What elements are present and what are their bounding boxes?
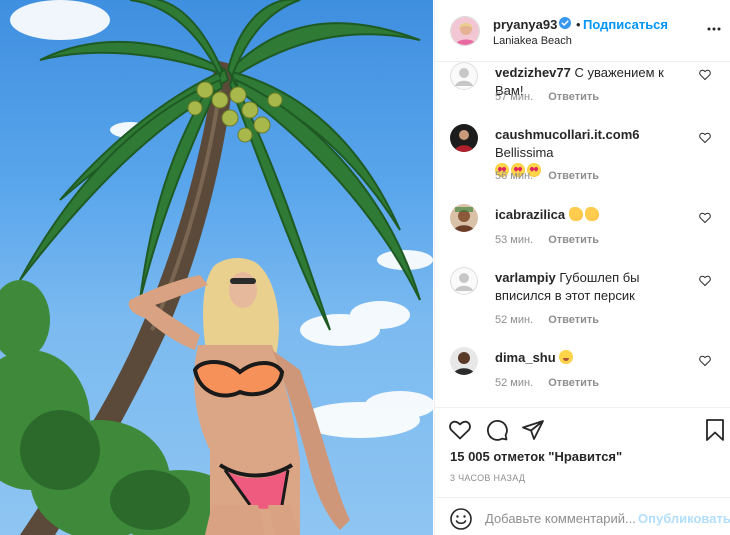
like-heart-icon[interactable] <box>448 418 472 442</box>
comment-list[interactable]: vedzizhev77 С уважением к Вам! 57 мин. О… <box>435 62 730 407</box>
post-actions: 15 005 отметок "Нравится" 3 ЧАСОВ НАЗАД … <box>435 407 730 535</box>
author-username[interactable]: pryanya93 <box>493 17 557 32</box>
comment-meta: 53 мин. Ответить <box>495 234 599 246</box>
comment-bubble-icon[interactable] <box>485 418 509 442</box>
like-comment-heart-icon[interactable] <box>699 69 711 81</box>
comment-time[interactable]: 57 мин. <box>495 91 533 103</box>
comment-body: Bellissima <box>495 145 554 160</box>
comment-time[interactable]: 52 мин. <box>495 314 533 326</box>
comment-avatar-image <box>450 124 478 152</box>
comment-avatar[interactable] <box>450 267 478 295</box>
comment-meta: 56 мин. Ответить <box>495 170 599 182</box>
author-avatar[interactable] <box>450 16 480 46</box>
share-paper-plane-icon[interactable] <box>521 418 545 442</box>
like-comment-heart-icon[interactable] <box>699 212 711 224</box>
author-avatar-image <box>451 17 479 45</box>
comment-avatar[interactable] <box>450 124 478 152</box>
post-timestamp[interactable]: 3 ЧАСОВ НАЗАД <box>450 473 525 483</box>
post-photo[interactable] <box>0 0 433 535</box>
comment-username[interactable]: varlampiy <box>495 270 556 285</box>
default-avatar-icon <box>450 62 478 90</box>
comment-avatar[interactable] <box>450 204 478 232</box>
header-separator: • <box>576 17 581 32</box>
comment-username[interactable]: vedzizhev77 <box>495 65 571 80</box>
comment-time[interactable]: 52 мин. <box>495 377 533 389</box>
comment-input[interactable] <box>485 506 637 530</box>
reply-button[interactable]: Ответить <box>548 91 599 103</box>
comment-meta: 57 мин. Ответить <box>495 91 599 103</box>
comment-username[interactable]: icabrazilica <box>495 207 565 222</box>
comment-text: icabrazilica <box>495 206 690 224</box>
reply-button[interactable]: Ответить <box>548 377 599 389</box>
reply-button[interactable]: Ответить <box>548 170 599 182</box>
comment-username[interactable]: dima_shu <box>495 350 556 365</box>
like-comment-heart-icon[interactable] <box>699 132 711 144</box>
follow-button[interactable]: Подписаться <box>583 17 668 32</box>
reply-button[interactable]: Ответить <box>548 234 599 246</box>
like-comment-heart-icon[interactable] <box>699 355 711 367</box>
comment-time[interactable]: 53 мин. <box>495 234 533 246</box>
comment-text: varlampiy Губошлеп бы вписился в этот пе… <box>495 269 690 305</box>
comment-avatar[interactable] <box>450 62 478 90</box>
comment-username[interactable]: caushmucollari.it.com6 <box>495 127 640 142</box>
likes-count[interactable]: 15 005 отметок "Нравится" <box>450 449 622 464</box>
comment-avatar-image <box>450 204 478 232</box>
comment-avatar[interactable] <box>450 347 478 375</box>
save-bookmark-icon[interactable] <box>703 418 727 442</box>
comment-time[interactable]: 56 мин. <box>495 170 533 182</box>
more-options-icon[interactable] <box>707 22 721 36</box>
post-side-panel: pryanya93 • Подписаться Laniakea Beach v… <box>434 0 730 535</box>
default-avatar-icon <box>450 267 478 295</box>
post-location[interactable]: Laniakea Beach <box>493 35 572 47</box>
comment-text: dima_shu <box>495 349 690 367</box>
comment-meta: 52 мин. Ответить <box>495 314 599 326</box>
comment-avatar-image <box>450 347 478 375</box>
drooling-face-emoji-icon <box>559 350 574 364</box>
verified-badge-icon <box>559 17 571 29</box>
post-header: pryanya93 • Подписаться Laniakea Beach <box>435 0 730 62</box>
emoji-smile-icon[interactable] <box>449 507 473 531</box>
publish-button[interactable]: Опубликовать <box>638 511 730 526</box>
clapping-hands-emoji-icon <box>584 207 599 221</box>
add-comment-bar: Опубликовать <box>435 497 730 535</box>
comment-meta: 52 мин. Ответить <box>495 377 599 389</box>
photo-illustration <box>0 0 433 535</box>
reply-button[interactable]: Ответить <box>548 314 599 326</box>
like-comment-heart-icon[interactable] <box>699 275 711 287</box>
clapping-hands-emoji-icon <box>568 207 583 221</box>
